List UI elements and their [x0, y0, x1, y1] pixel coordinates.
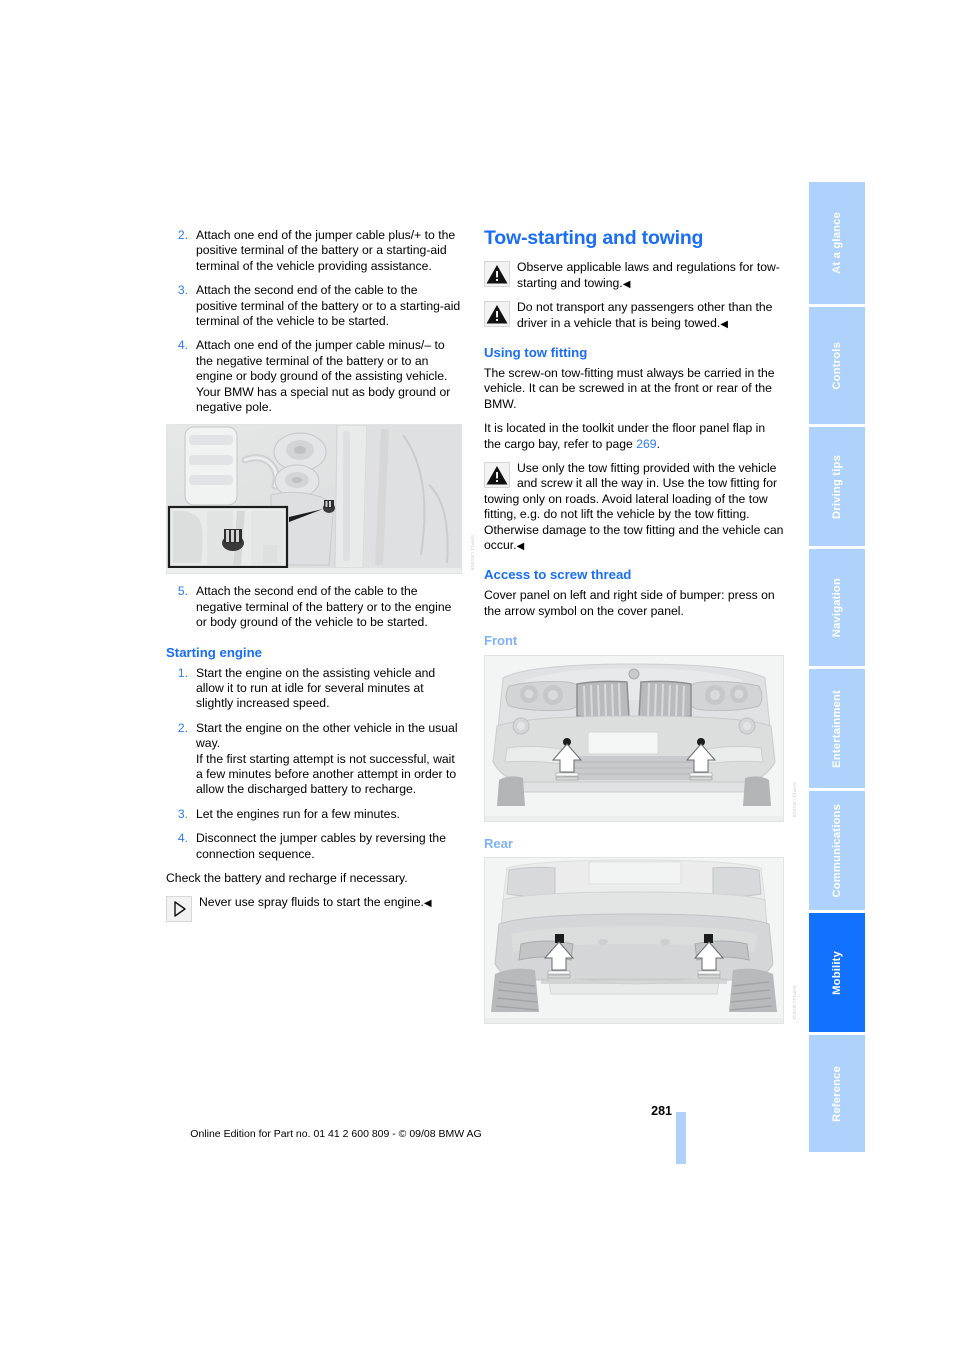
- sidebar-item-driving-tips[interactable]: Driving tips: [809, 427, 865, 549]
- closing-text: Check the battery and recharge if necess…: [166, 871, 408, 885]
- section-heading-access-to-screw-thread: Access to screw thread: [484, 567, 632, 583]
- list-item: 4. Attach one end of the jumper cable mi…: [166, 338, 462, 415]
- tab-label: Mobility: [831, 950, 843, 995]
- figure-front-bumper: SHP11 LBV010: [484, 654, 797, 822]
- starting-engine-steps-list: 1. Start the engine on the assisting veh…: [166, 666, 462, 862]
- list-item: 2. Attach one end of the jumper cable pl…: [166, 228, 462, 274]
- sidebar-item-entertainment[interactable]: Entertainment: [809, 669, 865, 791]
- warning-triangle-icon: [484, 461, 510, 488]
- step-text: Start the engine on the other vehicle in…: [196, 720, 458, 751]
- note-text-wrap: Never use spray fluids to start the engi…: [166, 895, 462, 910]
- tab-label: Navigation: [831, 577, 843, 638]
- section-heading-starting-engine: Starting engine: [166, 644, 262, 660]
- page-title: Tow-starting and towing: [484, 227, 704, 249]
- page-reference-link[interactable]: 269: [636, 437, 656, 451]
- rear-bumper-illustration: [484, 857, 784, 1025]
- section-tab-rail: At a glance Controls Driving tips Naviga…: [809, 182, 865, 1155]
- warning-block-laws: Observe applicable laws and regulations …: [484, 260, 784, 291]
- step-number: 4.: [177, 338, 188, 353]
- step-subtext: If the first starting attempt is not suc…: [196, 751, 457, 797]
- paragraph-text-after: .: [656, 436, 660, 451]
- warning-text-wrap: Observe applicable laws and regulations …: [484, 260, 784, 291]
- sidebar-item-navigation[interactable]: Navigation: [809, 549, 865, 669]
- list-item: 1. Start the engine on the assisting veh…: [166, 666, 462, 712]
- step-number: 3.: [177, 283, 188, 298]
- step-number: 5.: [177, 584, 188, 599]
- figure-reference-code: SHP11 LBV011: [792, 985, 797, 1021]
- section-heading-using-tow-fitting: Using tow fitting: [484, 345, 588, 361]
- warning-block-passengers: Do not transport any passengers other th…: [484, 300, 784, 331]
- figure-engine-bay: SHP11 LBV009: [166, 424, 475, 575]
- tab-label: Entertainment: [831, 689, 843, 768]
- list-item: 3. Attach the second end of the cable to…: [166, 283, 462, 329]
- list-item: 4. Disconnect the jumper cables by rever…: [166, 831, 462, 862]
- end-marker: ◀: [720, 318, 728, 330]
- manual-page: 2. Attach one end of the jumper cable pl…: [0, 0, 954, 1350]
- end-marker: ◀: [516, 540, 525, 552]
- steps-continued-list: 2. Attach one end of the jumper cable pl…: [166, 228, 462, 415]
- end-marker: ◀: [423, 898, 432, 910]
- list-item: 5. Attach the second end of the cable to…: [166, 584, 462, 630]
- tow-fitting-paragraph-1: The screw-on tow-fitting must always be …: [484, 365, 775, 411]
- left-column: 2. Attach one end of the jumper cable pl…: [166, 228, 475, 923]
- sidebar-item-controls[interactable]: Controls: [809, 307, 865, 427]
- warning-text-wrap: Do not transport any passengers other th…: [484, 300, 784, 331]
- warning-text: Do not transport any passengers other th…: [517, 300, 773, 330]
- steps-after-figure-list: 5. Attach the second end of the cable to…: [166, 584, 462, 630]
- step-number: 4.: [177, 831, 188, 846]
- sidebar-item-communications[interactable]: Communications: [809, 791, 865, 913]
- subheading-front: Front: [484, 633, 518, 649]
- page-edge-marker: [676, 1112, 686, 1164]
- warning-triangle-icon: [484, 261, 510, 288]
- page-number: 281: [651, 1104, 672, 1118]
- paragraph-text-before: It is located in the toolkit under the f…: [484, 421, 766, 451]
- tab-label: At a glance: [831, 212, 843, 274]
- engine-bay-illustration: [166, 424, 462, 575]
- tab-label: Communications: [831, 803, 843, 898]
- figure-reference-code: SHP11 LBV009: [470, 535, 475, 571]
- tow-fitting-paragraph-2: It is located in the toolkit under the f…: [484, 421, 784, 452]
- footer-text: Online Edition for Part no. 01 41 2 600 …: [190, 1128, 482, 1140]
- step-subtext: Your BMW has a special nut as body groun…: [196, 384, 451, 415]
- front-bumper-illustration: [484, 654, 784, 822]
- step-text: Let the engines run for a few minutes.: [196, 806, 400, 821]
- warning-triangle-icon: [484, 301, 510, 328]
- note-text: Never use spray fluids to start the engi…: [199, 895, 424, 910]
- step-number: 3.: [177, 806, 188, 821]
- step-text: Attach one end of the jumper cable minus…: [196, 338, 448, 384]
- note-block: Never use spray fluids to start the engi…: [166, 895, 462, 923]
- step-text: Disconnect the jumper cables by reversin…: [196, 831, 446, 861]
- step-number: 2.: [177, 228, 188, 242]
- list-item: 2. Start the engine on the other vehicle…: [166, 721, 462, 798]
- right-column: Tow-starting and towing Observe applicab…: [484, 227, 797, 1034]
- figure-reference-code: SHP11 LBV010: [792, 782, 797, 818]
- subheading-rear: Rear: [484, 835, 513, 851]
- tab-label: Controls: [831, 341, 843, 390]
- sidebar-item-mobility[interactable]: Mobility: [809, 913, 865, 1035]
- sidebar-item-reference[interactable]: Reference: [809, 1035, 865, 1155]
- tab-label: Reference: [831, 1065, 843, 1122]
- step-text: Attach the second end of the cable to th…: [196, 283, 461, 329]
- note-triangle-icon: [166, 896, 192, 923]
- list-item: 3. Let the engines run for a few minutes…: [166, 807, 462, 822]
- warning-text: Use only the tow fitting provided with t…: [484, 460, 784, 552]
- warning-text: Observe applicable laws and regulations …: [517, 260, 780, 290]
- end-marker: ◀: [622, 278, 631, 290]
- step-text: Attach one end of the jumper cable plus/…: [196, 228, 456, 273]
- step-text: Start the engine on the assisting vehicl…: [196, 665, 436, 711]
- warning-block-tow-fitting: Use only the tow fitting provided with t…: [484, 461, 784, 553]
- access-paragraph: Cover panel on left and right side of bu…: [484, 588, 775, 618]
- step-number: 1.: [177, 665, 188, 680]
- step-number: 2.: [177, 720, 188, 735]
- figure-rear-bumper: SHP11 LBV011: [484, 857, 797, 1025]
- sidebar-item-at-a-glance[interactable]: At a glance: [809, 182, 865, 307]
- tab-label: Driving tips: [831, 454, 843, 519]
- step-text: Attach the second end of the cable to th…: [196, 584, 452, 630]
- warning-text-wrap: Use only the tow fitting provided with t…: [484, 461, 784, 553]
